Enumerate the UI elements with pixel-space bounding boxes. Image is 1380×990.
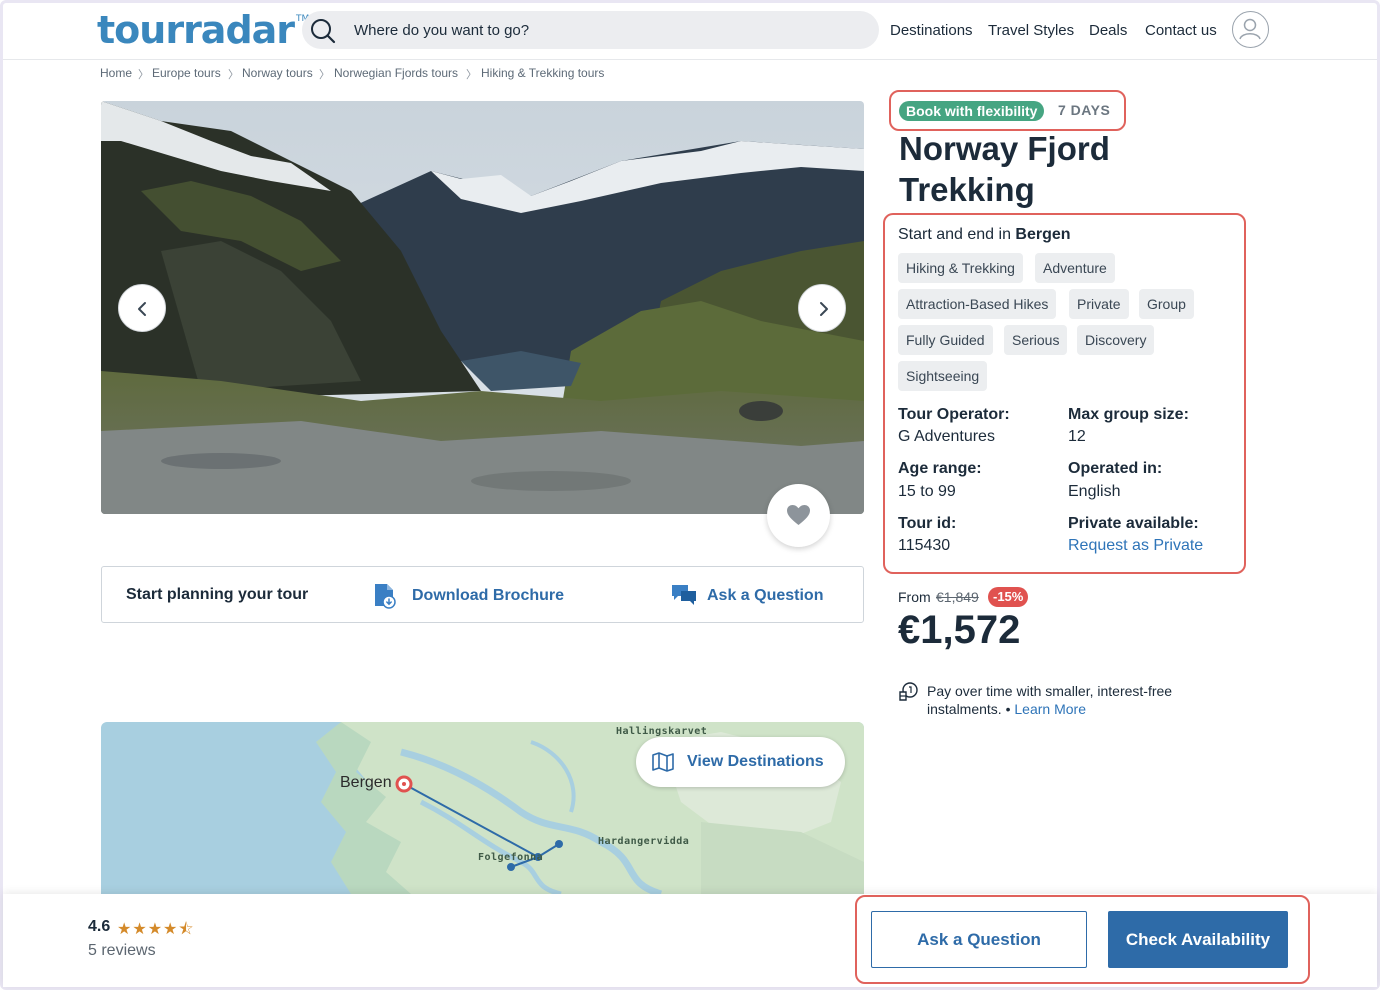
nav-travel-styles[interactable]: Travel Styles [988,22,1074,39]
tag-private[interactable]: Private [1069,289,1129,319]
map-place-hardangervidda: Hardangervidda [598,836,690,847]
reviews-count-link[interactable]: 5 reviews [88,942,156,960]
breadcrumb-separator: 〉 [319,69,330,81]
tag-hiking-trekking[interactable]: Hiking & Trekking [898,253,1023,283]
language-value: English [1068,483,1121,500]
breadcrumb-separator: 〉 [138,69,149,81]
old-price: €1,849 [936,589,979,605]
chat-bubbles-icon [672,585,696,605]
breadcrumb-norway[interactable]: Norway tours [242,66,313,80]
tag-adventure[interactable]: Adventure [1035,253,1115,283]
start-end-prefix: Start and end in [898,226,1011,243]
tour-duration: 7 DAYS [1058,102,1111,118]
coins-icon [899,682,918,701]
rating-value: 4.6 [88,918,111,935]
current-price: €1,572 [898,608,1021,652]
view-destinations-label: View Destinations [687,753,824,770]
start-end-location: Start and end in Bergen [898,226,1071,244]
group-size-label: Max group size: [1068,406,1189,423]
nav-contact-us[interactable]: Contact us [1145,22,1217,39]
view-destinations-button[interactable]: View Destinations [636,737,845,787]
breadcrumb-hiking[interactable]: Hiking & Trekking tours [481,66,604,80]
tour-title: Norway Fjord Trekking [899,130,1110,208]
planning-box: Start planning your tour Download Brochu… [101,566,864,623]
learn-more-link[interactable]: Learn More [1014,701,1086,717]
search-placeholder: Where do you want to go? [354,22,530,39]
age-range-value: 15 to 99 [898,483,956,500]
tour-id-value: 115430 [898,537,951,554]
user-account-button[interactable] [1232,11,1269,48]
tag-serious[interactable]: Serious [1004,325,1068,355]
tag-sightseeing[interactable]: Sightseeing [898,361,988,391]
check-availability-button[interactable]: Check Availability [1108,911,1288,968]
header-divider [3,59,1377,60]
map-start-city: Bergen [340,774,392,791]
language-label: Operated in: [1068,460,1163,477]
wishlist-button[interactable] [767,484,830,547]
map-icon [652,752,674,772]
installments-info: Pay over time with smaller, interest-fre… [927,682,1207,718]
search-bar[interactable]: Where do you want to go? [302,11,879,49]
operator-value: G Adventures [898,428,995,445]
star-rating: ★★★★⯪ [117,921,195,938]
breadcrumb-home[interactable]: Home [100,66,132,80]
photo-prev-button[interactable] [118,284,166,332]
breadcrumb-fjords[interactable]: Norwegian Fjords tours [334,66,458,80]
tour-id-label: Tour id: [898,515,957,532]
planning-label: Start planning your tour [126,586,309,603]
user-icon [1239,18,1261,40]
map-place-folgefonna: Folgefonna [478,852,544,863]
brochure-icon [375,584,396,609]
fjord-landscape-image [101,101,864,514]
tag-group[interactable]: Group [1139,289,1194,319]
operator-label: Tour Operator: [898,406,1010,423]
price-from-label: From [898,589,931,605]
age-range-label: Age range: [898,460,982,477]
map-place-hallingskarvet: Hallingskarvet [616,726,708,737]
search-icon [311,19,336,44]
breadcrumb-separator: 〉 [228,69,239,81]
photo-next-button[interactable] [798,284,846,332]
flexibility-badge: Book with flexibility [899,101,1045,121]
private-available-label: Private available: [1068,515,1199,532]
start-end-city: Bergen [1015,226,1071,243]
discount-badge: -15% [988,587,1029,607]
request-private-link[interactable]: Request as Private [1068,537,1203,555]
heart-icon [787,505,810,525]
group-size-value: 12 [1068,428,1086,445]
tag-discovery[interactable]: Discovery [1077,325,1155,355]
breadcrumb-separator: 〉 [466,69,477,81]
chevron-left-icon [138,302,146,316]
tag-attraction-based-hikes[interactable]: Attraction-Based Hikes [898,289,1057,319]
tour-photo[interactable] [101,101,864,514]
nav-destinations[interactable]: Destinations [890,22,973,39]
ask-question-link[interactable]: Ask a Question [707,587,823,605]
download-brochure-link[interactable]: Download Brochure [412,587,564,605]
tourradar-logo[interactable]: tourradar TM [97,8,309,52]
breadcrumb-europe[interactable]: Europe tours [152,66,221,80]
tag-fully-guided[interactable]: Fully Guided [898,325,993,355]
ask-question-button[interactable]: Ask a Question [871,911,1087,968]
chevron-right-icon [820,302,828,316]
nav-deals[interactable]: Deals [1089,22,1127,39]
